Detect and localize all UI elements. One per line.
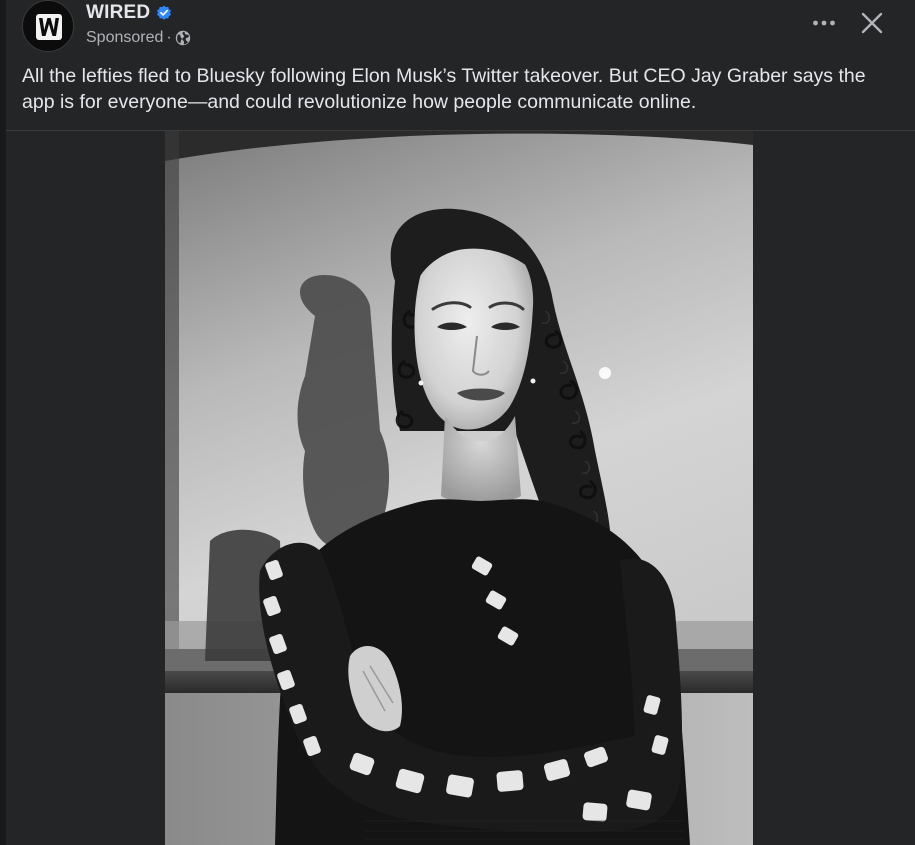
portrait-photo: [165, 131, 753, 845]
more-options-icon: [813, 20, 835, 26]
page-avatar[interactable]: [22, 0, 74, 52]
globe-icon: [175, 30, 190, 46]
sponsored-label[interactable]: Sponsored: [86, 29, 163, 47]
sponsored-post: WIRED Sponsored · All the lefties fled t…: [6, 0, 915, 845]
meta-separator: ·: [166, 29, 172, 46]
page-name-row: WIRED: [86, 1, 172, 25]
close-button[interactable]: [854, 6, 890, 40]
close-icon: [861, 12, 883, 34]
verified-badge-icon: [157, 5, 172, 20]
more-options-button[interactable]: [806, 6, 842, 40]
page-name[interactable]: WIRED: [86, 2, 150, 24]
wired-logo-icon: [23, 1, 73, 51]
post-meta: Sponsored ·: [86, 28, 191, 48]
post-image[interactable]: [165, 131, 753, 845]
post-header: WIRED Sponsored ·: [6, 0, 915, 60]
post-caption: All the lefties fled to Bluesky followin…: [22, 65, 866, 113]
